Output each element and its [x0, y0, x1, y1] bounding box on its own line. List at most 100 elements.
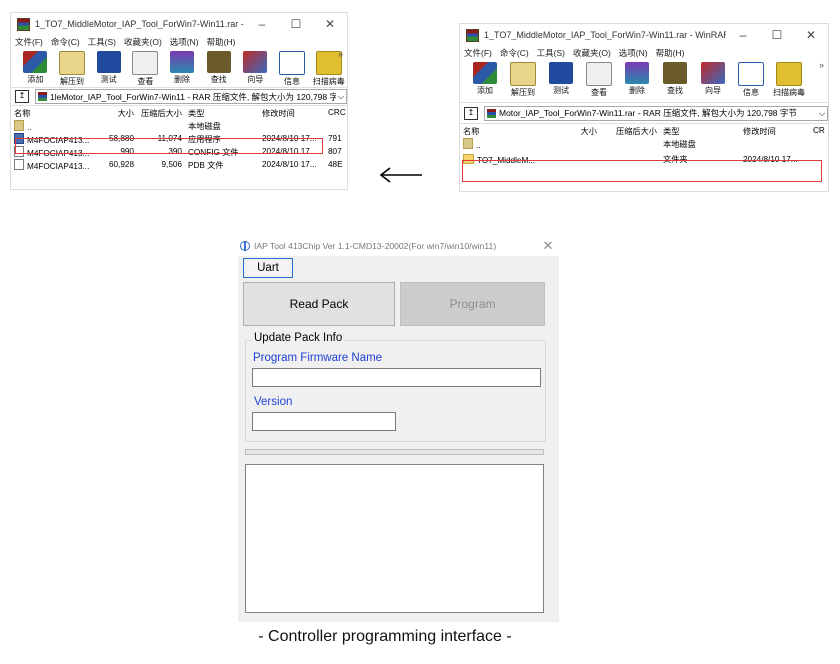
path-text: 1leMotor_IAP_Tool_ForWin7-Win11 - RAR 压缩…: [50, 91, 336, 102]
delete-button[interactable]: 删除: [164, 49, 201, 87]
wizard-button[interactable]: 向导: [237, 49, 274, 87]
find-button[interactable]: 查找: [656, 60, 694, 102]
add-icon: [23, 51, 48, 73]
address-bar: ↥ Motor_IAP_Tool_ForWin7-Win11.rar - RAR…: [460, 103, 828, 124]
menu-tools[interactable]: 工具(S): [537, 47, 565, 59]
delete-icon: [625, 62, 649, 84]
highlight-box: [462, 160, 822, 182]
view-button[interactable]: 查看: [127, 49, 164, 87]
table-row[interactable]: M4FOCIAP413... 60,928 9,506 PDB 文件 2024/…: [11, 158, 347, 171]
window-title: 1_TO7_MiddleMotor_IAP_Tool_ForWin7-Win11…: [35, 19, 245, 29]
delete-button[interactable]: 删除: [618, 60, 656, 102]
col-name[interactable]: 名称: [11, 106, 89, 119]
minimize-button[interactable]: –: [726, 28, 760, 42]
version-label: Version: [254, 396, 293, 408]
column-header-row: 名称 大小 压缩后大小 类型 修改时间 CRC: [11, 106, 347, 119]
close-button[interactable]: ✕: [537, 238, 559, 254]
menu-file[interactable]: 文件(F): [15, 36, 43, 48]
col-crc[interactable]: CRC: [325, 106, 347, 119]
test-icon: [549, 62, 573, 84]
binoculars-icon: [663, 62, 687, 84]
find-button[interactable]: 查找: [200, 49, 237, 87]
close-button[interactable]: ✕: [313, 17, 347, 31]
menu-tools[interactable]: 工具(S): [88, 36, 116, 48]
firmware-name-label: Program Firmware Name: [253, 352, 383, 364]
table-row[interactable]: .. 本地磁盘: [11, 119, 347, 132]
col-crc[interactable]: CR: [810, 124, 828, 137]
version-field[interactable]: [252, 412, 396, 431]
table-row[interactable]: .. 本地磁盘: [460, 137, 828, 150]
view-icon: [586, 62, 612, 86]
col-modified[interactable]: 修改时间: [740, 124, 810, 137]
test-button[interactable]: 测试: [90, 49, 127, 87]
col-modified[interactable]: 修改时间: [259, 106, 325, 119]
menu-favorites[interactable]: 收藏夹(O): [124, 36, 162, 48]
window-title: IAP Tool 413Chip Ver 1.1-CMD13-20002(For…: [254, 241, 497, 251]
toolbar-overflow-icon[interactable]: »: [819, 60, 824, 70]
menu-commands[interactable]: 命令(C): [500, 47, 529, 59]
view-button[interactable]: 查看: [580, 60, 618, 102]
read-pack-button[interactable]: Read Pack: [243, 282, 395, 326]
wizard-button[interactable]: 向导: [694, 60, 732, 102]
chevron-down-icon[interactable]: ⌵: [336, 91, 346, 102]
col-size[interactable]: 大小: [544, 124, 600, 137]
path-dropdown[interactable]: 1leMotor_IAP_Tool_ForWin7-Win11 - RAR 压缩…: [35, 89, 347, 104]
toolbar: 添加 解压到 测试 查看 删除 查找 向导 信息 扫描病毒 »: [11, 49, 347, 88]
file-icon: [14, 158, 24, 170]
virus-scan-button[interactable]: 扫描病毒: [770, 60, 808, 102]
info-icon: [738, 62, 764, 86]
menu-favorites[interactable]: 收藏夹(O): [573, 47, 611, 59]
group-label: Update Pack Info: [252, 332, 345, 344]
test-icon: [96, 51, 121, 73]
col-name[interactable]: 名称: [460, 124, 544, 137]
test-button[interactable]: 测试: [542, 60, 580, 102]
title-bar: 1_TO7_MiddleMotor_IAP_Tool_ForWin7-Win11…: [11, 13, 347, 35]
col-type[interactable]: 类型: [185, 106, 259, 119]
archive-icon: [487, 108, 496, 118]
add-icon: [473, 62, 497, 84]
menu-bar: 文件(F) 命令(C) 工具(S) 收藏夹(O) 选项(N) 帮助(H): [11, 35, 347, 49]
menu-file[interactable]: 文件(F): [464, 47, 492, 59]
menu-options[interactable]: 选项(N): [170, 36, 199, 48]
maximize-button[interactable]: ☐: [760, 28, 794, 42]
extract-to-button[interactable]: 解压到: [504, 60, 542, 102]
parent-folder-icon: [463, 137, 473, 149]
col-size[interactable]: 大小: [89, 106, 137, 119]
info-button[interactable]: 信息: [732, 60, 770, 102]
extract-to-button[interactable]: 解压到: [54, 49, 91, 87]
add-button[interactable]: 添加: [466, 60, 504, 102]
figure-caption: - Controller programming interface -: [258, 628, 512, 645]
menu-commands[interactable]: 命令(C): [51, 36, 80, 48]
program-button[interactable]: Program: [400, 282, 545, 326]
col-type[interactable]: 类型: [660, 124, 740, 137]
toolbar-overflow-icon[interactable]: »: [338, 49, 343, 59]
winrar-window-left: 1_TO7_MiddleMotor_IAP_Tool_ForWin7-Win11…: [10, 12, 348, 190]
col-packed[interactable]: 压缩后大小: [137, 106, 185, 119]
parent-folder-icon: [14, 119, 24, 131]
info-button[interactable]: 信息: [274, 49, 311, 87]
minimize-button[interactable]: –: [245, 17, 279, 31]
col-packed[interactable]: 压缩后大小: [600, 124, 660, 137]
tab-uart[interactable]: Uart: [243, 258, 293, 278]
path-dropdown[interactable]: Motor_IAP_Tool_ForWin7-Win11.rar - RAR 压…: [484, 105, 828, 121]
extract-icon: [59, 51, 85, 75]
maximize-button[interactable]: ☐: [279, 17, 313, 31]
path-text: Motor_IAP_Tool_ForWin7-Win11.rar - RAR 压…: [499, 108, 797, 118]
log-output[interactable]: [245, 464, 544, 613]
menu-help[interactable]: 帮助(H): [656, 47, 685, 59]
menu-options[interactable]: 选项(N): [619, 47, 648, 59]
column-header-row: 名称 大小 压缩后大小 类型 修改时间 CR: [460, 124, 828, 137]
wizard-icon: [701, 62, 725, 84]
up-folder-button[interactable]: ↥: [464, 106, 478, 120]
winrar-window-right: 1_TO7_MiddleMotor_IAP_Tool_ForWin7-Win11…: [459, 23, 829, 192]
menu-help[interactable]: 帮助(H): [207, 36, 236, 48]
winrar-icon: [466, 28, 479, 42]
close-button[interactable]: ✕: [794, 28, 828, 42]
chevron-down-icon[interactable]: ⌵: [817, 108, 827, 119]
add-button[interactable]: 添加: [17, 49, 54, 87]
extract-icon: [510, 62, 536, 86]
progress-bar: [245, 449, 544, 455]
firmware-name-field[interactable]: [252, 368, 541, 387]
up-folder-button[interactable]: ↥: [15, 90, 29, 103]
binoculars-icon: [206, 51, 231, 73]
